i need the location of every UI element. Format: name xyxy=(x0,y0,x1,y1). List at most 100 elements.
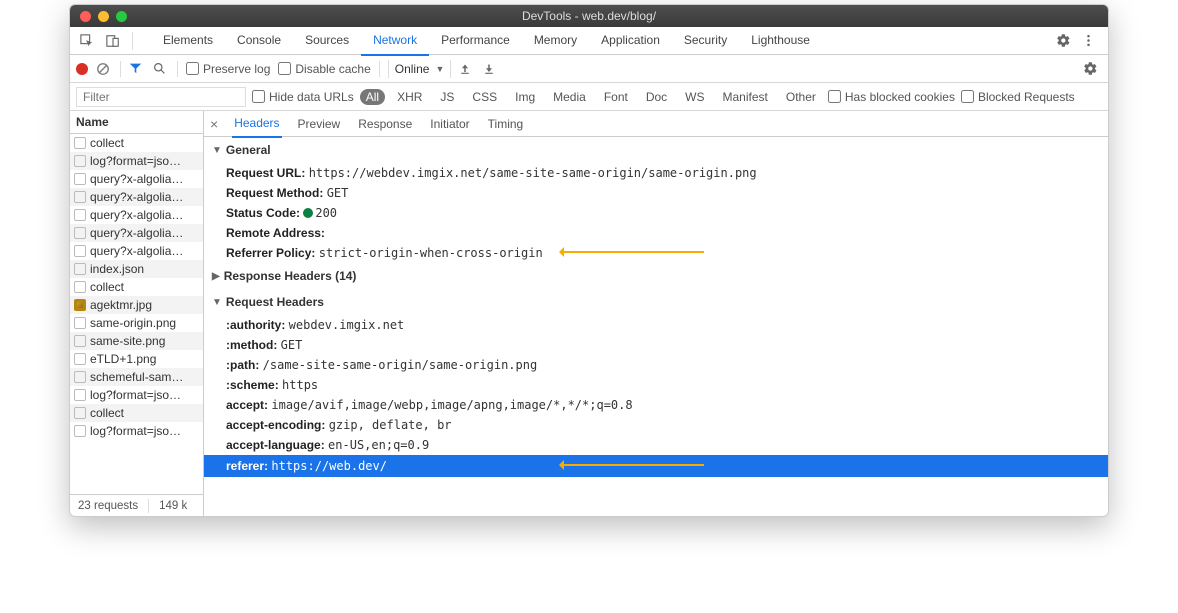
tab-initiator[interactable]: Initiator xyxy=(428,111,471,137)
referrer-policy-value: strict-origin-when-cross-origin xyxy=(319,246,543,260)
record-button[interactable] xyxy=(76,63,88,75)
tab-application[interactable]: Application xyxy=(589,26,672,56)
section-label: Response Headers (14) xyxy=(224,269,357,283)
throttling-select[interactable]: Online ▼ xyxy=(388,60,452,78)
type-all[interactable]: All xyxy=(360,89,385,105)
request-list: Name collect log?format=jso… query?x-alg… xyxy=(70,111,204,516)
request-row[interactable]: query?x-algolia… xyxy=(70,206,203,224)
header-accept-language: accept-language: en-US,en;q=0.9 xyxy=(204,435,1108,455)
annotation-arrow-icon xyxy=(564,464,704,466)
settings-icon[interactable] xyxy=(1056,33,1071,48)
close-window-button[interactable] xyxy=(80,11,91,22)
request-name: same-site.png xyxy=(90,334,165,348)
type-manifest[interactable]: Manifest xyxy=(717,89,774,105)
preserve-log-checkbox[interactable]: Preserve log xyxy=(186,62,270,76)
header-accept: accept: image/avif,image/webp,image/apng… xyxy=(204,395,1108,415)
filter-toggle-icon[interactable] xyxy=(129,62,145,75)
preserve-log-label: Preserve log xyxy=(203,62,270,76)
tab-response[interactable]: Response xyxy=(356,111,414,137)
request-row[interactable]: eTLD+1.png xyxy=(70,350,203,368)
request-name: query?x-algolia… xyxy=(90,208,183,222)
device-toolbar-icon[interactable] xyxy=(102,30,124,52)
type-doc[interactable]: Doc xyxy=(640,89,673,105)
tab-sources[interactable]: Sources xyxy=(293,26,361,56)
tab-memory[interactable]: Memory xyxy=(522,26,589,56)
devtools-window: DevTools - web.dev/blog/ Elements Consol… xyxy=(69,4,1109,517)
request-row[interactable]: log?format=jso… xyxy=(70,152,203,170)
minimize-window-button[interactable] xyxy=(98,11,109,22)
request-row[interactable]: log?format=jso… xyxy=(70,422,203,440)
request-name: query?x-algolia… xyxy=(90,244,183,258)
request-name: collect xyxy=(90,136,124,150)
download-har-icon[interactable] xyxy=(483,63,499,75)
request-row[interactable]: same-origin.png xyxy=(70,314,203,332)
type-css[interactable]: CSS xyxy=(466,89,503,105)
search-icon[interactable] xyxy=(153,62,169,75)
more-menu-icon[interactable] xyxy=(1081,33,1096,48)
tab-preview[interactable]: Preview xyxy=(296,111,343,137)
tab-performance[interactable]: Performance xyxy=(429,26,522,56)
tab-lighthouse[interactable]: Lighthouse xyxy=(739,26,822,56)
request-row[interactable]: collect xyxy=(70,404,203,422)
request-row[interactable]: query?x-algolia… xyxy=(70,224,203,242)
section-request-headers[interactable]: ▼Request Headers xyxy=(204,289,1108,315)
request-row[interactable]: collect xyxy=(70,278,203,296)
type-media[interactable]: Media xyxy=(547,89,592,105)
section-general[interactable]: ▼General xyxy=(204,137,1108,163)
request-row[interactable]: query?x-algolia… xyxy=(70,188,203,206)
section-response-headers[interactable]: ▶Response Headers (14) xyxy=(204,263,1108,289)
separator xyxy=(148,499,149,513)
type-other[interactable]: Other xyxy=(780,89,822,105)
request-name: query?x-algolia… xyxy=(90,172,183,186)
request-row[interactable]: log?format=jso… xyxy=(70,386,203,404)
request-name: collect xyxy=(90,406,124,420)
referer-value: https://web.dev/ xyxy=(271,459,387,473)
tab-security[interactable]: Security xyxy=(672,26,739,56)
separator xyxy=(177,61,178,77)
network-toolbar: Preserve log Disable cache Online ▼ xyxy=(70,55,1108,83)
upload-har-icon[interactable] xyxy=(459,63,475,75)
tab-network[interactable]: Network xyxy=(361,26,429,56)
tab-elements[interactable]: Elements xyxy=(151,26,225,56)
inspect-element-icon[interactable] xyxy=(76,30,98,52)
type-js[interactable]: JS xyxy=(434,89,460,105)
request-rows[interactable]: collect log?format=jso… query?x-algolia…… xyxy=(70,134,203,494)
tab-console[interactable]: Console xyxy=(225,26,293,56)
request-name: log?format=jso… xyxy=(90,388,181,402)
disable-cache-checkbox[interactable]: Disable cache xyxy=(278,62,370,76)
request-url-value: https://webdev.imgix.net/same-site-same-… xyxy=(309,166,757,180)
name-column-header[interactable]: Name xyxy=(70,111,203,134)
clear-icon[interactable] xyxy=(96,62,112,76)
separator xyxy=(379,61,380,77)
headers-panel[interactable]: ▼General Request URL: https://webdev.img… xyxy=(204,137,1108,516)
request-row[interactable]: same-site.png xyxy=(70,332,203,350)
request-row[interactable]: schemeful-sam… xyxy=(70,368,203,386)
tab-timing[interactable]: Timing xyxy=(486,111,526,137)
close-detail-icon[interactable]: × xyxy=(210,116,218,132)
request-name: query?x-algolia… xyxy=(90,226,183,240)
image-file-icon xyxy=(74,299,86,311)
request-row[interactable]: collect xyxy=(70,134,203,152)
request-row[interactable]: query?x-algolia… xyxy=(70,170,203,188)
throttling-label: Online xyxy=(395,62,430,76)
request-row[interactable]: index.json xyxy=(70,260,203,278)
request-row[interactable]: query?x-algolia… xyxy=(70,242,203,260)
status-code-row: Status Code: 200 xyxy=(204,203,1108,223)
has-blocked-cookies-checkbox[interactable]: Has blocked cookies xyxy=(828,90,955,104)
request-row[interactable]: agektmr.jpg xyxy=(70,296,203,314)
filter-input[interactable] xyxy=(76,87,246,107)
type-font[interactable]: Font xyxy=(598,89,634,105)
tab-headers[interactable]: Headers xyxy=(232,111,281,138)
header-accept-encoding: accept-encoding: gzip, deflate, br xyxy=(204,415,1108,435)
type-ws[interactable]: WS xyxy=(679,89,710,105)
header-method: :method: GET xyxy=(204,335,1108,355)
network-settings-icon[interactable] xyxy=(1083,61,1102,76)
hide-data-urls-checkbox[interactable]: Hide data URLs xyxy=(252,90,354,104)
section-label: General xyxy=(226,143,271,157)
blocked-requests-checkbox[interactable]: Blocked Requests xyxy=(961,90,1075,104)
zoom-window-button[interactable] xyxy=(116,11,127,22)
type-xhr[interactable]: XHR xyxy=(391,89,428,105)
type-img[interactable]: Img xyxy=(509,89,541,105)
transfer-size: 149 k xyxy=(159,500,187,512)
request-name: agektmr.jpg xyxy=(90,298,152,312)
